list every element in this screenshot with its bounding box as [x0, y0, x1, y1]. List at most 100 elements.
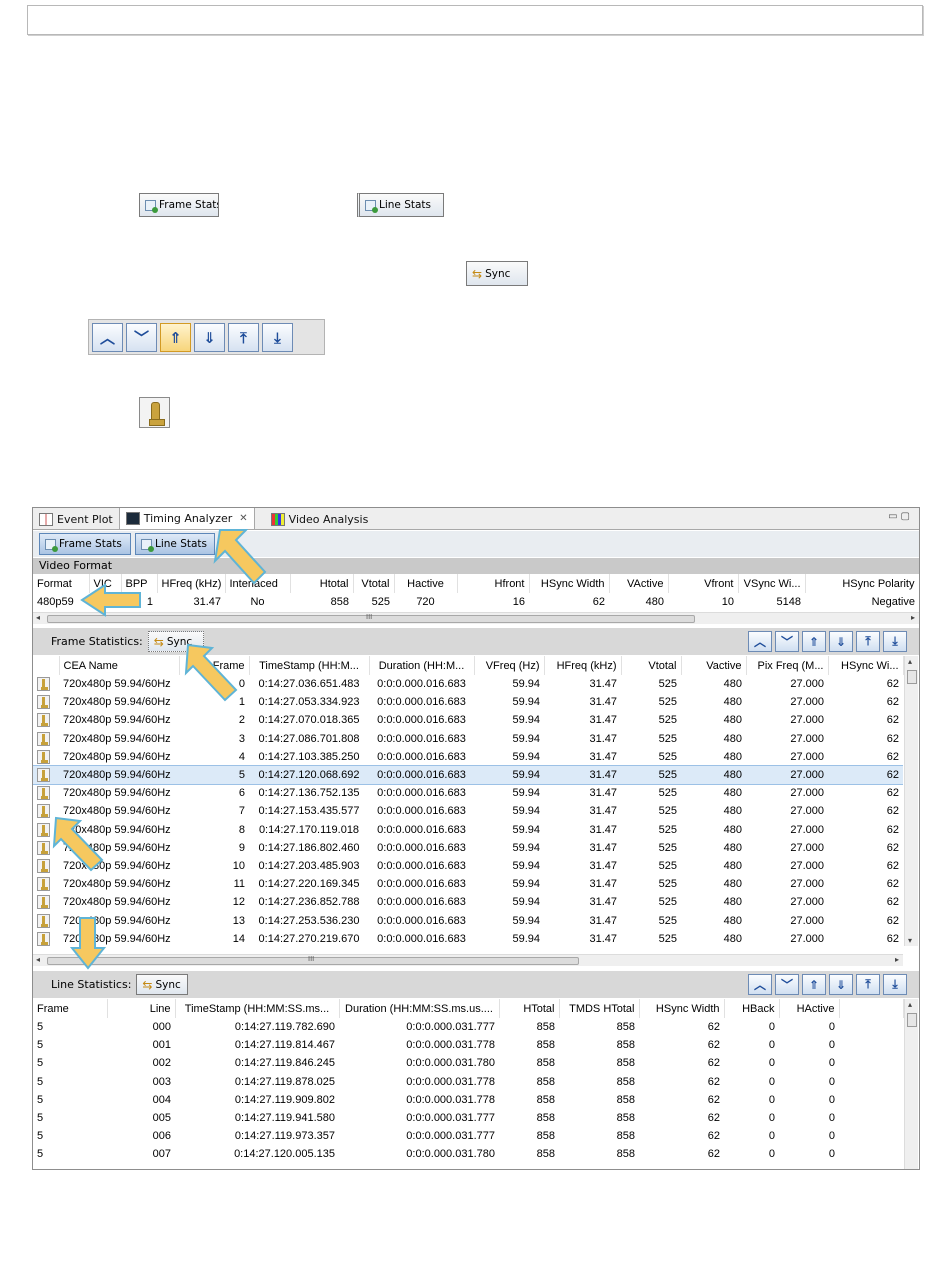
scroll-left-icon[interactable]: ◂ [36, 613, 40, 622]
table-row[interactable]: 720x480p 59.94/60Hz 0 0:14:27.036.651.483 0… [33, 675, 903, 693]
column-header[interactable]: HTotal [499, 999, 560, 1018]
nav-last-icon[interactable]: ⤓ [262, 323, 293, 352]
table-row[interactable]: 720x480p 59.94/60Hz 13 0:14:27.253.536.230… [33, 911, 903, 929]
column-header[interactable]: VActive [609, 574, 669, 593]
column-header[interactable]: Frame [179, 656, 250, 675]
close-icon[interactable]: ✕ [239, 513, 247, 524]
table-row[interactable]: 720x480p 59.94/60Hz 7 0:14:27.153.435.577 0… [33, 802, 903, 820]
scroll-up-icon[interactable]: ▴ [908, 1000, 912, 1009]
nav-page-down-icon[interactable]: ⇓ [829, 631, 853, 652]
column-header[interactable]: Vtotal [353, 574, 395, 593]
nav-down-icon[interactable]: ﹀ [775, 974, 799, 995]
line-stats-button-legend[interactable]: Line Stats [357, 193, 444, 217]
frame-stats-button[interactable]: Frame Stats [39, 533, 131, 555]
nav-up-icon[interactable]: ︿ [92, 323, 123, 352]
table-row[interactable]: 5 005 0:14:27.119.941.580 0:0:0.000.031.777… [33, 1109, 903, 1127]
column-header[interactable]: HSync Width [639, 999, 725, 1018]
table-row[interactable]: 720x480p 59.94/60Hz 1 0:14:27.053.334.923 0… [33, 693, 903, 711]
table-row[interactable]: 5 002 0:14:27.119.846.245 0:0:0.000.031.780… [33, 1054, 903, 1072]
column-header[interactable]: TMDS HTotal [559, 999, 640, 1018]
frame-stats-button-legend[interactable]: Frame Stats [139, 193, 219, 217]
column-header[interactable]: HSync Width [529, 574, 610, 593]
column-header[interactable]: BPP [121, 574, 158, 593]
column-header[interactable]: HSync Polarity [805, 574, 919, 593]
table-row[interactable]: 720x480p 59.94/60Hz 10 0:14:27.203.485.903… [33, 857, 903, 875]
column-header[interactable]: HSync Wi... [828, 656, 904, 675]
nav-first-icon[interactable]: ⤒ [856, 974, 880, 995]
nav-last-icon[interactable]: ⤓ [883, 631, 907, 652]
column-header[interactable]: Hfront [457, 574, 530, 593]
nav-up-icon[interactable]: ︿ [748, 631, 772, 652]
table-row[interactable]: 720x480p 59.94/60Hz 14 0:14:27.270.219.670… [33, 930, 903, 948]
column-header[interactable]: Vtotal [621, 656, 682, 675]
frame-vscroll[interactable]: ▴ ▾ [904, 656, 918, 946]
column-header[interactable]: Duration (HH:M... [369, 656, 475, 675]
line-sync-button[interactable]: ⇆ Sync [136, 974, 189, 995]
table-row[interactable]: 5 004 0:14:27.119.909.802 0:0:0.000.031.778… [33, 1091, 903, 1109]
column-header[interactable]: TimeStamp (HH:MM:SS.ms... [175, 999, 340, 1018]
column-header[interactable]: HFreq (kHz) [157, 574, 226, 593]
column-header[interactable]: CEA Name [59, 656, 180, 675]
table-row[interactable]: 720x480p 59.94/60Hz 9 0:14:27.186.802.460 0… [33, 839, 903, 857]
column-header[interactable] [33, 656, 60, 675]
scroll-thumb[interactable]: III [47, 613, 695, 623]
window-controls[interactable]: ▭▢ [888, 511, 913, 522]
tab-video-analysis[interactable]: Video Analysis [265, 509, 375, 529]
column-header[interactable]: HFreq (kHz) [544, 656, 622, 675]
tab-timing-analyzer[interactable]: Timing Analyzer ✕ [118, 508, 255, 529]
column-header[interactable]: HActive [779, 999, 840, 1018]
scroll-thumb[interactable] [907, 670, 917, 684]
column-header[interactable]: Format [33, 574, 90, 593]
table-row[interactable]: 720x480p 59.94/60Hz 6 0:14:27.136.752.135 0… [33, 784, 903, 802]
table-row[interactable]: 720x480p 59.94/60Hz 2 0:14:27.070.018.365 0… [33, 711, 903, 729]
table-row[interactable]: 720x480p 59.94/60Hz 11 0:14:27.220.169.345… [33, 875, 903, 893]
nav-page-down-icon[interactable]: ⇓ [194, 323, 225, 352]
nav-page-down-icon[interactable]: ⇓ [829, 974, 853, 995]
scroll-left-icon[interactable]: ◂ [36, 955, 40, 964]
nav-page-up-icon[interactable]: ⇑ [802, 974, 826, 995]
table-row[interactable]: 720x480p 59.94/60Hz 12 0:14:27.236.852.788… [33, 893, 903, 911]
scroll-right-icon[interactable]: ▸ [895, 955, 899, 964]
column-header[interactable]: TimeStamp (HH:M... [249, 656, 370, 675]
column-header[interactable]: Pix Freq (M... [746, 656, 829, 675]
column-header[interactable]: Vactive [681, 656, 747, 675]
scroll-right-icon[interactable]: ▸ [911, 613, 915, 622]
table-row[interactable]: 5 006 0:14:27.119.973.357 0:0:0.000.031.777… [33, 1127, 903, 1145]
nav-last-icon[interactable]: ⤓ [883, 974, 907, 995]
column-header[interactable]: Hactive [394, 574, 458, 593]
nav-down-icon[interactable]: ﹀ [126, 323, 157, 352]
table-row[interactable]: 720x480p 59.94/60Hz 3 0:14:27.086.701.808 0… [33, 730, 903, 748]
table-row[interactable]: 5 001 0:14:27.119.814.467 0:0:0.000.031.778… [33, 1036, 903, 1054]
nav-down-icon[interactable]: ﹀ [775, 631, 799, 652]
video-format-hscroll[interactable]: ◂ III ▸ [33, 612, 919, 624]
column-header[interactable]: VSync Wi... [738, 574, 806, 593]
scroll-thumb[interactable] [907, 1013, 917, 1027]
sync-button-legend[interactable]: ⇆ Sync [466, 261, 528, 286]
column-header[interactable]: HBack [724, 999, 780, 1018]
nav-page-up-icon[interactable]: ⇑ [160, 323, 191, 352]
column-header[interactable]: Vfront [668, 574, 739, 593]
nav-page-up-icon[interactable]: ⇑ [802, 631, 826, 652]
column-header[interactable]: Interlaced [225, 574, 291, 593]
column-header[interactable]: Frame [33, 999, 108, 1018]
frame-sync-button[interactable]: ⇆ Sync [147, 631, 204, 652]
column-header[interactable]: VFreq (Hz) [474, 656, 545, 675]
frame-hscroll[interactable]: ◂ III ▸ [33, 954, 903, 966]
table-row[interactable]: 720x480p 59.94/60Hz 8 0:14:27.170.119.018 0… [33, 821, 903, 839]
table-row[interactable]: 5 007 0:14:27.120.005.135 0:0:0.000.031.780… [33, 1145, 903, 1163]
column-header[interactable]: Line [107, 999, 176, 1018]
scroll-up-icon[interactable]: ▴ [908, 657, 912, 666]
line-stats-button[interactable]: Line Stats [135, 533, 215, 555]
nav-first-icon[interactable]: ⤒ [228, 323, 259, 352]
line-vscroll[interactable]: ▴ [904, 999, 918, 1169]
nav-up-icon[interactable]: ︿ [748, 974, 772, 995]
table-row[interactable]: 5 003 0:14:27.119.878.025 0:0:0.000.031.778… [33, 1073, 903, 1091]
scroll-thumb[interactable]: III [47, 955, 579, 965]
scroll-down-icon[interactable]: ▾ [908, 936, 912, 945]
column-header[interactable]: Duration (HH:MM:SS.ms.us.... [339, 999, 500, 1018]
table-row[interactable]: 720x480p 59.94/60Hz 4 0:14:27.103.385.250 0… [33, 748, 903, 766]
tab-event-plot[interactable]: Event Plot [33, 509, 119, 529]
table-row[interactable]: 720x480p 59.94/60Hz 5 0:14:27.120.068.692 0… [33, 765, 903, 785]
table-row[interactable]: 480p59 1 31.47 No 858 525 720 16 62 480 … [33, 593, 919, 611]
column-header[interactable]: VIC [89, 574, 122, 593]
